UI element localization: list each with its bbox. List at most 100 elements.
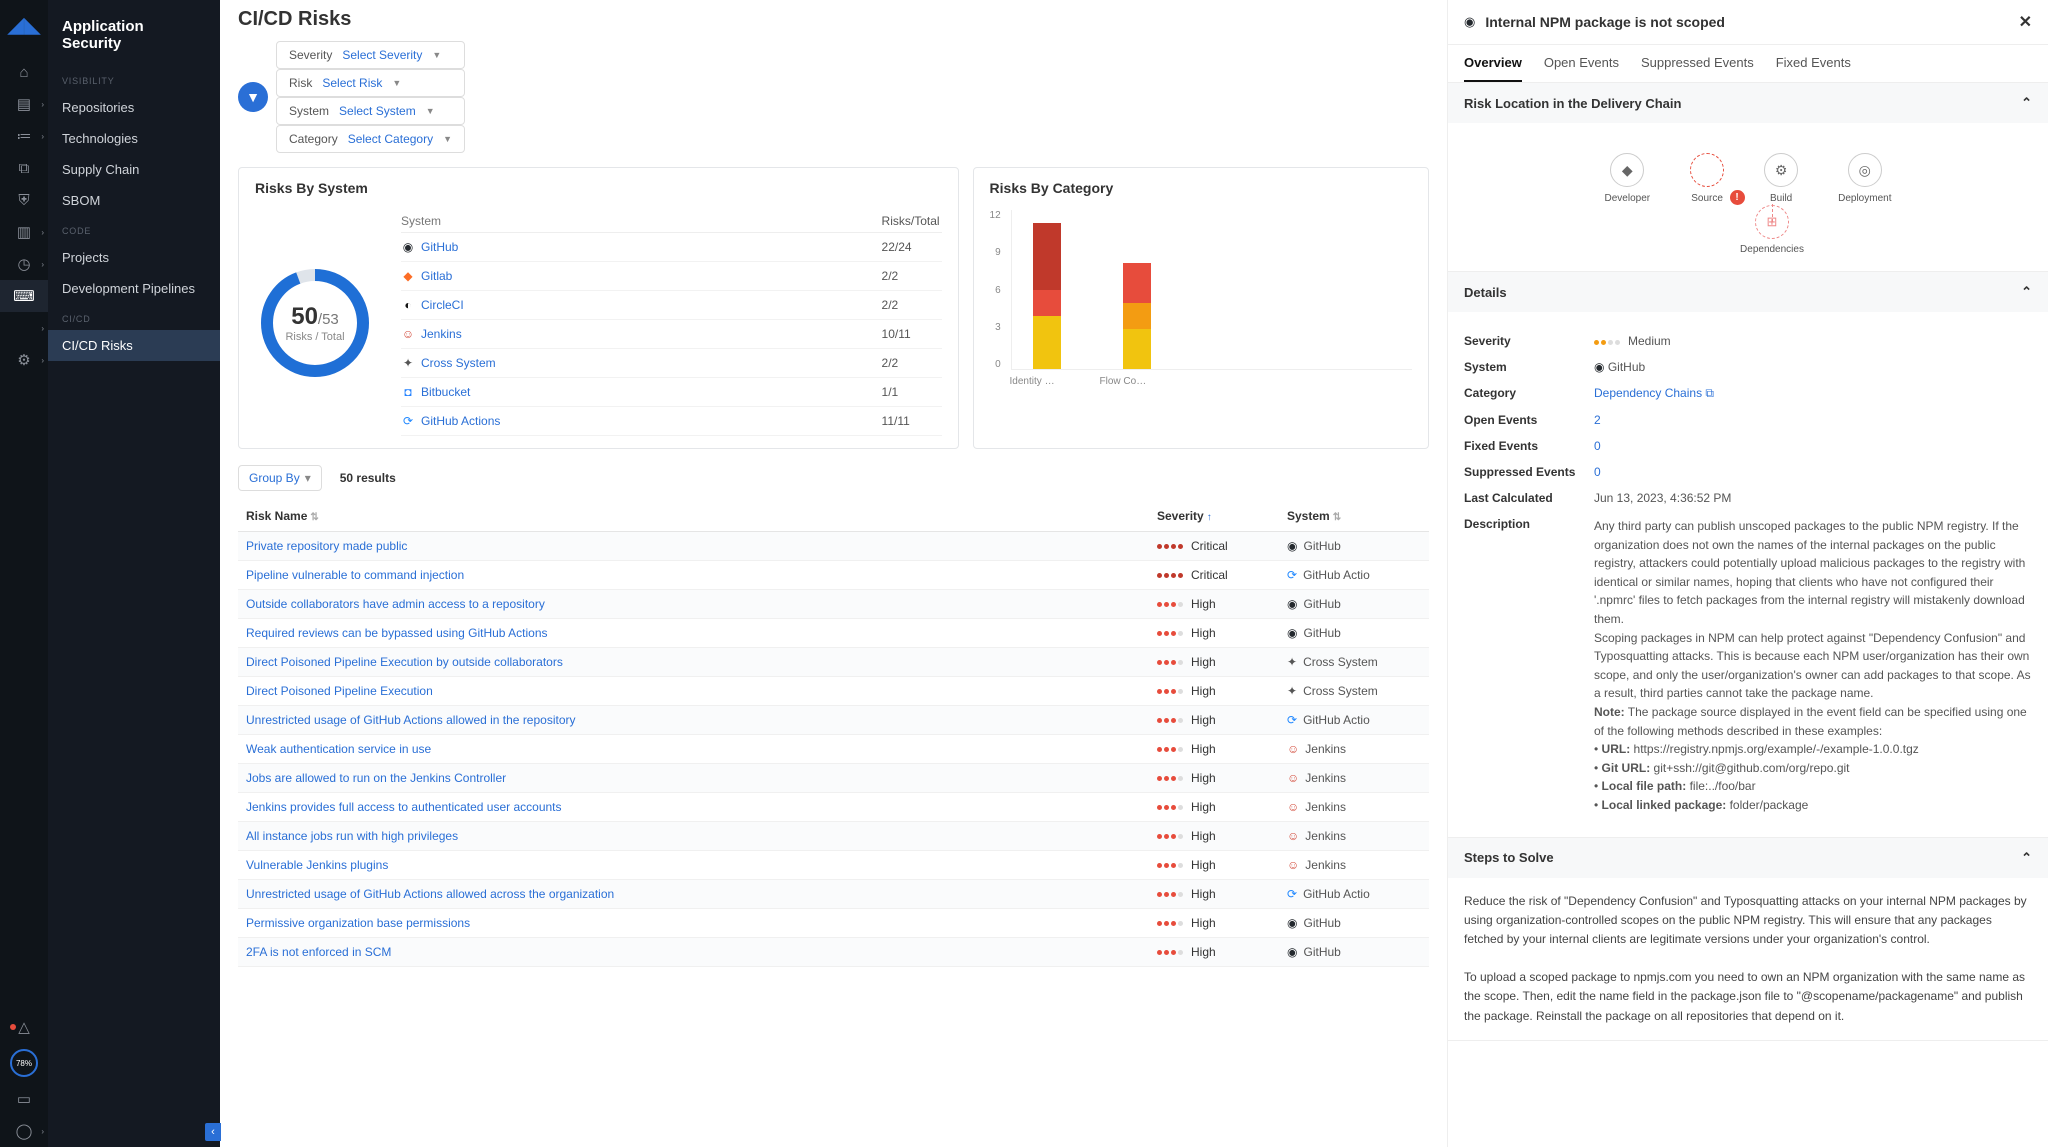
chain-node: ◆Developer — [1605, 153, 1651, 204]
table-row[interactable]: Private repository made publicCritical◉G… — [238, 532, 1429, 561]
system-row[interactable]: ⟳GitHub Actions11/11 — [401, 407, 942, 436]
table-row[interactable]: Outside collaborators have admin access … — [238, 590, 1429, 619]
sidebar-item[interactable]: Development Pipelines — [48, 273, 220, 304]
risks-donut: 50/53 Risks / Total — [255, 263, 375, 383]
external-link-icon: ⧉ — [1705, 386, 1714, 400]
chevron-up-icon: ⌃ — [2021, 284, 2032, 300]
section-details[interactable]: Details⌃ — [1448, 272, 2048, 312]
col-risk-name[interactable]: Risk Name⇅ — [238, 501, 1149, 532]
detail-field: System◉ GitHub — [1464, 354, 2032, 380]
flows-icon[interactable]: ≔› — [0, 120, 48, 152]
dependencies-node: ! ⊞ Dependencies — [1512, 204, 2032, 255]
card-title: Risks By Category — [990, 180, 1412, 196]
detail-tab[interactable]: Overview — [1464, 45, 1522, 82]
usage-badge: 78% — [10, 1049, 38, 1077]
table-row[interactable]: 2FA is not enforced in SCMHigh◉GitHub — [238, 938, 1429, 967]
graph-icon[interactable]: ቞› — [0, 312, 48, 344]
detail-tab[interactable]: Open Events — [1544, 45, 1619, 82]
report-icon[interactable]: ▥› — [0, 216, 48, 248]
table-row[interactable]: Required reviews can be bypassed using G… — [238, 619, 1429, 648]
sidebar: Application Security VISIBILITYRepositor… — [48, 0, 220, 1147]
steps-text: Reduce the risk of "Dependency Confusion… — [1448, 878, 2048, 1040]
category-bar-chart — [1011, 210, 1412, 370]
table-row[interactable]: Unrestricted usage of GitHub Actions all… — [238, 880, 1429, 909]
cicd-icon[interactable]: ⌨ — [0, 280, 48, 312]
table-row[interactable]: Direct Poisoned Pipeline Execution by ou… — [238, 648, 1429, 677]
system-row[interactable]: ✦Cross System2/2 — [401, 349, 942, 378]
sidebar-item[interactable]: SBOM — [48, 185, 220, 216]
collapse-sidebar-icon[interactable]: ‹ — [205, 1123, 221, 1141]
risks-table: Risk Name⇅ Severity↑ System⇅ Private rep… — [238, 501, 1429, 967]
sidebar-item[interactable]: Repositories — [48, 92, 220, 123]
bar-column[interactable] — [1022, 210, 1072, 369]
table-row[interactable]: Jenkins provides full access to authenti… — [238, 793, 1429, 822]
detail-field: Suppressed Events0 — [1464, 459, 2032, 485]
chain-node: Source — [1690, 153, 1724, 204]
table-row[interactable]: Weak authentication service in useHigh☺J… — [238, 735, 1429, 764]
table-row[interactable]: Pipeline vulnerable to command injection… — [238, 561, 1429, 590]
detail-tab[interactable]: Suppressed Events — [1641, 45, 1754, 82]
sidebar-group: CODE — [48, 216, 220, 242]
app-title: Application Security — [48, 12, 220, 66]
sidebar-item[interactable]: CI/CD Risks — [48, 330, 220, 361]
col-severity[interactable]: Severity↑ — [1149, 501, 1279, 532]
clock-icon[interactable]: ◷› — [0, 248, 48, 280]
close-icon[interactable]: ✕ — [2019, 12, 2032, 32]
table-row[interactable]: Vulnerable Jenkins pluginsHigh☺Jenkins — [238, 851, 1429, 880]
chain-node: ◎Deployment — [1838, 153, 1891, 204]
bell-icon[interactable]: △ — [0, 1011, 48, 1043]
settings-icon[interactable]: ⚙› — [0, 344, 48, 376]
section-risk-location[interactable]: Risk Location in the Delivery Chain⌃ — [1448, 83, 2048, 123]
group-by-button[interactable]: Group By▾ — [238, 465, 322, 491]
detail-field: CategoryDependency Chains ⧉ — [1464, 380, 2032, 407]
home-icon[interactable]: ⌂ — [0, 56, 48, 88]
filter-pill[interactable]: RiskSelect Risk▼ — [276, 69, 465, 97]
filter-pill[interactable]: SeveritySelect Severity▼ — [276, 41, 465, 69]
table-row[interactable]: Permissive organization base permissions… — [238, 909, 1429, 938]
system-row[interactable]: ◐CircleCI2/2 — [401, 291, 942, 320]
table-row[interactable]: All instance jobs run with high privileg… — [238, 822, 1429, 851]
chain-node: ⚙Build — [1764, 153, 1798, 204]
detail-field: Open Events2 — [1464, 407, 2032, 433]
sidebar-item[interactable]: Supply Chain — [48, 154, 220, 185]
system-table: SystemRisks/Total ◉GitHub22/24◆Gitlab2/2… — [401, 210, 942, 436]
system-row[interactable]: ◆Gitlab2/2 — [401, 262, 942, 291]
system-row[interactable]: ☺Jenkins10/11 — [401, 320, 942, 349]
detail-field: SeverityMedium — [1464, 328, 2032, 354]
icon-rail: ◢◣ ⌂ ▤› ≔› ⧉ ⛨ ▥› ◷› ⌨ ቞› ⚙› △ 78% ▭ ◯› — [0, 0, 48, 1147]
delivery-chain: ◆Developer Source ⚙Build ◎Deployment — [1464, 139, 2032, 208]
detail-tabs: Overview Open Events Suppressed Events Fixe… — [1448, 45, 2048, 83]
page-title: CI/CD Risks — [238, 8, 1429, 31]
risks-by-category-card: Risks By Category 129630 Identity & A...… — [973, 167, 1429, 449]
description-text: Any third party can publish unscoped pac… — [1594, 517, 2032, 815]
results-count: 50 results — [340, 471, 396, 485]
bar-column[interactable] — [1112, 210, 1162, 369]
detail-tab[interactable]: Fixed Events — [1776, 45, 1851, 82]
main-area: CI/CD Risks ▼ SeveritySelect Severity▼Ri… — [220, 0, 2048, 1147]
package-icon[interactable]: ⧉ — [0, 152, 48, 184]
detail-field: Last CalculatedJun 13, 2023, 4:36:52 PM — [1464, 485, 2032, 511]
card-title: Risks By System — [255, 180, 942, 196]
table-row[interactable]: Direct Poisoned Pipeline ExecutionHigh✦C… — [238, 677, 1429, 706]
section-steps[interactable]: Steps to Solve⌃ — [1448, 838, 2048, 878]
repos-icon[interactable]: ▤› — [0, 88, 48, 120]
profile-icon[interactable]: ◯› — [0, 1115, 48, 1147]
col-system[interactable]: System⇅ — [1279, 501, 1429, 532]
sidebar-item[interactable]: Technologies — [48, 123, 220, 154]
table-row[interactable]: Unrestricted usage of GitHub Actions all… — [238, 706, 1429, 735]
detail-panel: ◉ Internal NPM package is not scoped ✕ O… — [1448, 0, 2048, 1147]
filter-icon[interactable]: ▼ — [238, 82, 268, 112]
shield-icon[interactable]: ⛨ — [0, 184, 48, 216]
sidebar-item[interactable]: Projects — [48, 242, 220, 273]
table-row[interactable]: Jobs are allowed to run on the Jenkins C… — [238, 764, 1429, 793]
github-icon: ◉ — [1464, 14, 1475, 30]
detail-title: Internal NPM package is not scoped — [1485, 14, 2008, 30]
filter-pill[interactable]: CategorySelect Category▼ — [276, 125, 465, 153]
system-row[interactable]: ◉GitHub22/24 — [401, 233, 942, 262]
app-logo-icon: ◢◣ — [7, 12, 41, 38]
detail-field: Fixed Events0 — [1464, 433, 2032, 459]
filter-pill[interactable]: SystemSelect System▼ — [276, 97, 465, 125]
docs-icon[interactable]: ▭ — [0, 1083, 48, 1115]
content-scroll: CI/CD Risks ▼ SeveritySelect Severity▼Ri… — [220, 0, 1448, 1147]
system-row[interactable]: ◘Bitbucket1/1 — [401, 378, 942, 407]
